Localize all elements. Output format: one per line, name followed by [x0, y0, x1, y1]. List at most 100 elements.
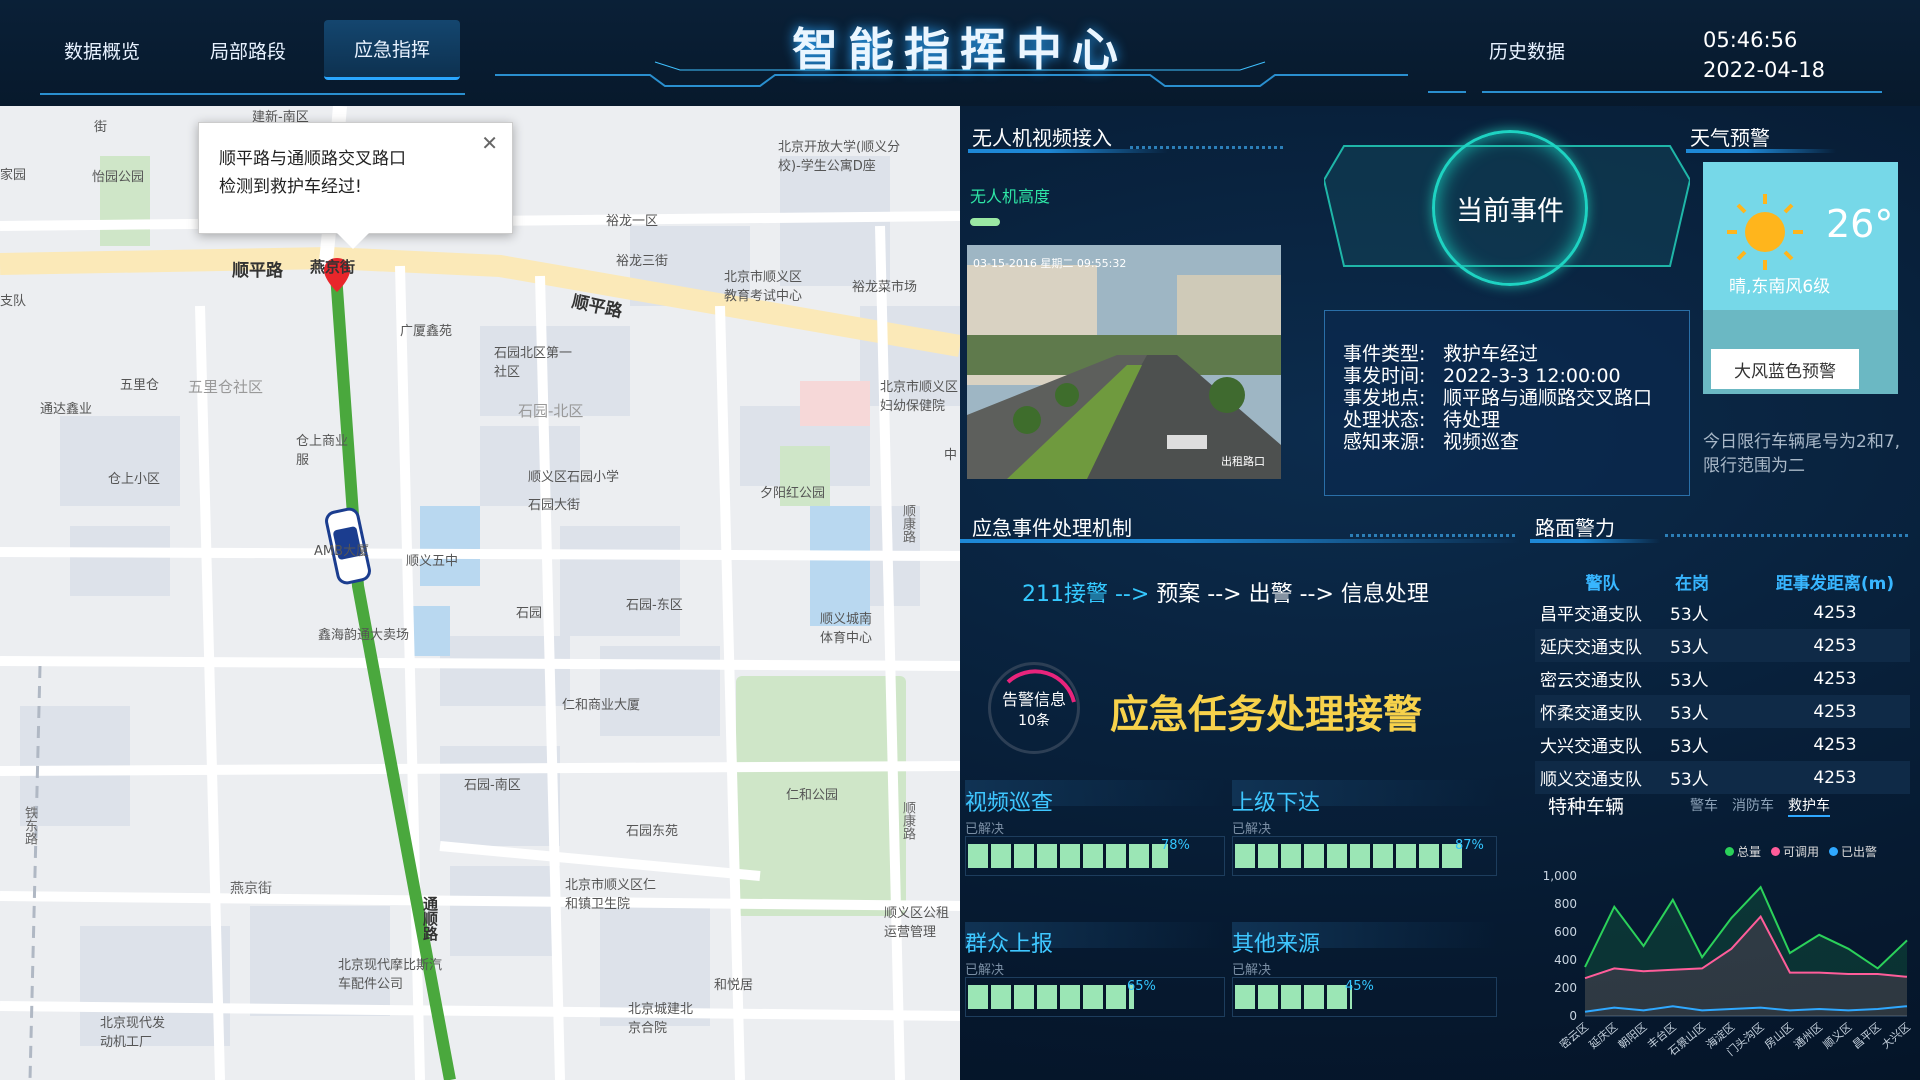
- poi-label[interactable]: 北京市顺义区仁和镇卫生院: [565, 874, 665, 912]
- poi-label[interactable]: 石园北区第一社区: [494, 342, 572, 380]
- header-frame-lines: [40, 61, 1882, 95]
- tab-ambulance[interactable]: 救护车: [1788, 795, 1830, 817]
- poi-label[interactable]: 石园: [516, 602, 542, 621]
- vehicles-panel-title: 特种车辆: [1548, 796, 1625, 818]
- poi-label[interactable]: 石园-东区: [626, 594, 683, 613]
- poi-label[interactable]: 顺义五中: [406, 550, 458, 569]
- title-decoration: [1350, 534, 1518, 537]
- video-frame: [967, 245, 1281, 479]
- map[interactable]: 顺平路 燕京街 顺平路 通顺路 顺康路 铁东路 燕京街 顺康路 建新-南区 怡园…: [0, 106, 960, 1080]
- road-label: 燕京街: [310, 258, 356, 276]
- poi-label: 街: [94, 120, 108, 135]
- road-label: 通顺路: [421, 896, 439, 941]
- wind-warning-button[interactable]: 大风蓝色预警: [1711, 349, 1859, 389]
- poi-label[interactable]: 通达鑫业: [40, 398, 92, 417]
- tab-fire-truck[interactable]: 消防车: [1732, 795, 1774, 817]
- mechanism-big-title: 应急任务处理接警: [1110, 693, 1423, 738]
- legend-dot: [1725, 847, 1734, 856]
- poi-label[interactable]: 裕龙菜市场: [852, 276, 917, 295]
- x-tick-label: 通州区: [1791, 1020, 1825, 1051]
- table-row[interactable]: 大兴交通支队 53人 4253: [1535, 728, 1910, 761]
- poi-label[interactable]: 仓上小区: [108, 468, 160, 487]
- poi-label[interactable]: 仓上商业服: [296, 430, 350, 468]
- poi-label[interactable]: 顺义区公租运营管理: [884, 902, 960, 940]
- dashboard: { "header": { "title": "智能指挥中心", "nav": …: [0, 0, 1920, 1080]
- progress-fill: [1235, 985, 1352, 1009]
- poi-label[interactable]: 五里仓: [120, 374, 159, 393]
- poi-label[interactable]: AMB大厦: [314, 540, 369, 559]
- poi-label[interactable]: 顺义城南体育中心: [820, 608, 880, 646]
- table-row[interactable]: 延庆交通支队 53人 4253: [1535, 629, 1910, 662]
- weather-panel-title: 天气预警: [1690, 126, 1770, 150]
- table-header: 警队 在岗 距事发距离(m): [1585, 573, 1895, 594]
- table-row[interactable]: 昌平交通支队 53人 4253: [1535, 596, 1910, 629]
- poi-label[interactable]: 和悦居: [714, 974, 753, 993]
- alarm-gauge: 告警信息 10条: [988, 662, 1080, 754]
- tab-police-car[interactable]: 警车: [1690, 795, 1718, 817]
- poi-label[interactable]: 石园-北区: [518, 400, 583, 421]
- table-row[interactable]: 顺义交通支队 53人 4253: [1535, 761, 1910, 794]
- poi-label[interactable]: 裕龙三街: [616, 250, 668, 269]
- poi-label[interactable]: 北京城建北京合院: [628, 998, 694, 1036]
- weather-desc: 晴,东南风6级: [1729, 277, 1831, 297]
- poi-label[interactable]: 北京开放大学(顺义分校)-学生公寓D座: [778, 136, 908, 174]
- poi-label: 家园: [0, 168, 27, 183]
- event-row: 事发时间: 2022-3-3 12:00:00: [1343, 365, 1621, 387]
- drone-video[interactable]: 03-15-2016 星期二 09:55:32 出租路口: [967, 245, 1281, 479]
- poi-label[interactable]: 广厦鑫苑: [400, 320, 452, 339]
- poi-label[interactable]: 鑫海韵通大卖场: [318, 624, 409, 643]
- poi-label[interactable]: 夕阳红公园: [760, 482, 825, 501]
- x-tick-label: 密云区: [1557, 1020, 1591, 1052]
- legend-item: 总量: [1725, 843, 1761, 860]
- police-table: 警队 在岗 距事发距离(m) 昌平交通支队 53人 4253 延庆交通支队 53人 42…: [1535, 566, 1910, 794]
- poi-label[interactable]: 北京市顺义区妇幼保健院: [880, 376, 960, 414]
- x-tick-label: 顺义区: [1821, 1020, 1855, 1051]
- title-underline: [1686, 149, 1836, 153]
- poi-label[interactable]: 仁和公园: [786, 784, 838, 803]
- temperature: 26°: [1826, 202, 1894, 246]
- video-caption: 出租路口: [1221, 455, 1265, 468]
- road-label: 顺平路: [232, 261, 283, 281]
- poi-label: 中: [944, 448, 958, 463]
- title-underline: [960, 539, 1520, 543]
- poi-label[interactable]: 北京现代发动机工厂: [100, 1012, 172, 1050]
- police-panel-title: 路面警力: [1535, 516, 1615, 540]
- poi-label[interactable]: 顺义区石园小学: [528, 466, 619, 485]
- progress-percent: 78%: [1161, 838, 1190, 853]
- progress-percent: 87%: [1455, 838, 1484, 853]
- poi-label[interactable]: 石园大街: [528, 494, 580, 513]
- traffic-restriction-notice: 今日限行车辆尾号为2和7,限行范围为二: [1703, 432, 1901, 476]
- table-row[interactable]: 密云交通支队 53人 4253: [1535, 662, 1910, 695]
- poi-label[interactable]: 北京市顺义区教育考试中心: [724, 266, 812, 304]
- poi-label[interactable]: 五里仓社区: [188, 376, 263, 397]
- vehicle-line-chart: 1,0008006004002000密云区延庆区朝阳区丰台区石景山区海淀区门头沟…: [1543, 869, 1913, 1059]
- map-canvas: [0, 106, 960, 1080]
- table-body: 昌平交通支队 53人 4253 延庆交通支队 53人 4253 密云交通支队 53人 425…: [1535, 596, 1910, 794]
- poi-label[interactable]: 怡园公园: [92, 166, 144, 185]
- progress-public-report: [965, 977, 1225, 1017]
- poi-label[interactable]: 仁和商业大厦: [562, 694, 640, 713]
- event-row: 事件类型: 救护车经过: [1343, 343, 1539, 365]
- y-tick-label: 1,000: [1543, 869, 1577, 883]
- video-timestamp: 03-15-2016 星期二 09:55:32: [973, 257, 1127, 270]
- source-name: 上级下达: [1232, 791, 1321, 816]
- poi-label[interactable]: 石园东苑: [626, 820, 678, 839]
- x-tick-label: 延庆区: [1586, 1020, 1620, 1052]
- source-name: 视频巡查: [965, 791, 1054, 816]
- close-icon[interactable]: ✕: [481, 129, 498, 157]
- progress-fill: [968, 844, 1168, 868]
- road-label: 顺康路: [900, 801, 915, 840]
- road-label: 燕京街: [230, 881, 272, 897]
- x-tick-label: 朝阳区: [1616, 1020, 1650, 1051]
- poi-label[interactable]: 北京现代摩比斯汽车配件公司: [338, 954, 448, 992]
- legend-dot: [1829, 847, 1839, 856]
- source-sub: 已解决: [965, 963, 1005, 978]
- table-row[interactable]: 怀柔交通支队 53人 4253: [1535, 695, 1910, 728]
- road-label: 铁东路: [22, 806, 37, 845]
- header: 数据概览 局部路段 应急指挥 历史数据 智能指挥中心 05:46:56 2022…: [0, 0, 1920, 106]
- event-row: 感知来源: 视频巡查: [1343, 431, 1520, 453]
- sun-icon: [1727, 194, 1803, 270]
- title-underline: [1530, 539, 1660, 543]
- poi-label[interactable]: 石园-南区: [464, 774, 521, 793]
- poi-label[interactable]: 裕龙一区: [606, 210, 658, 229]
